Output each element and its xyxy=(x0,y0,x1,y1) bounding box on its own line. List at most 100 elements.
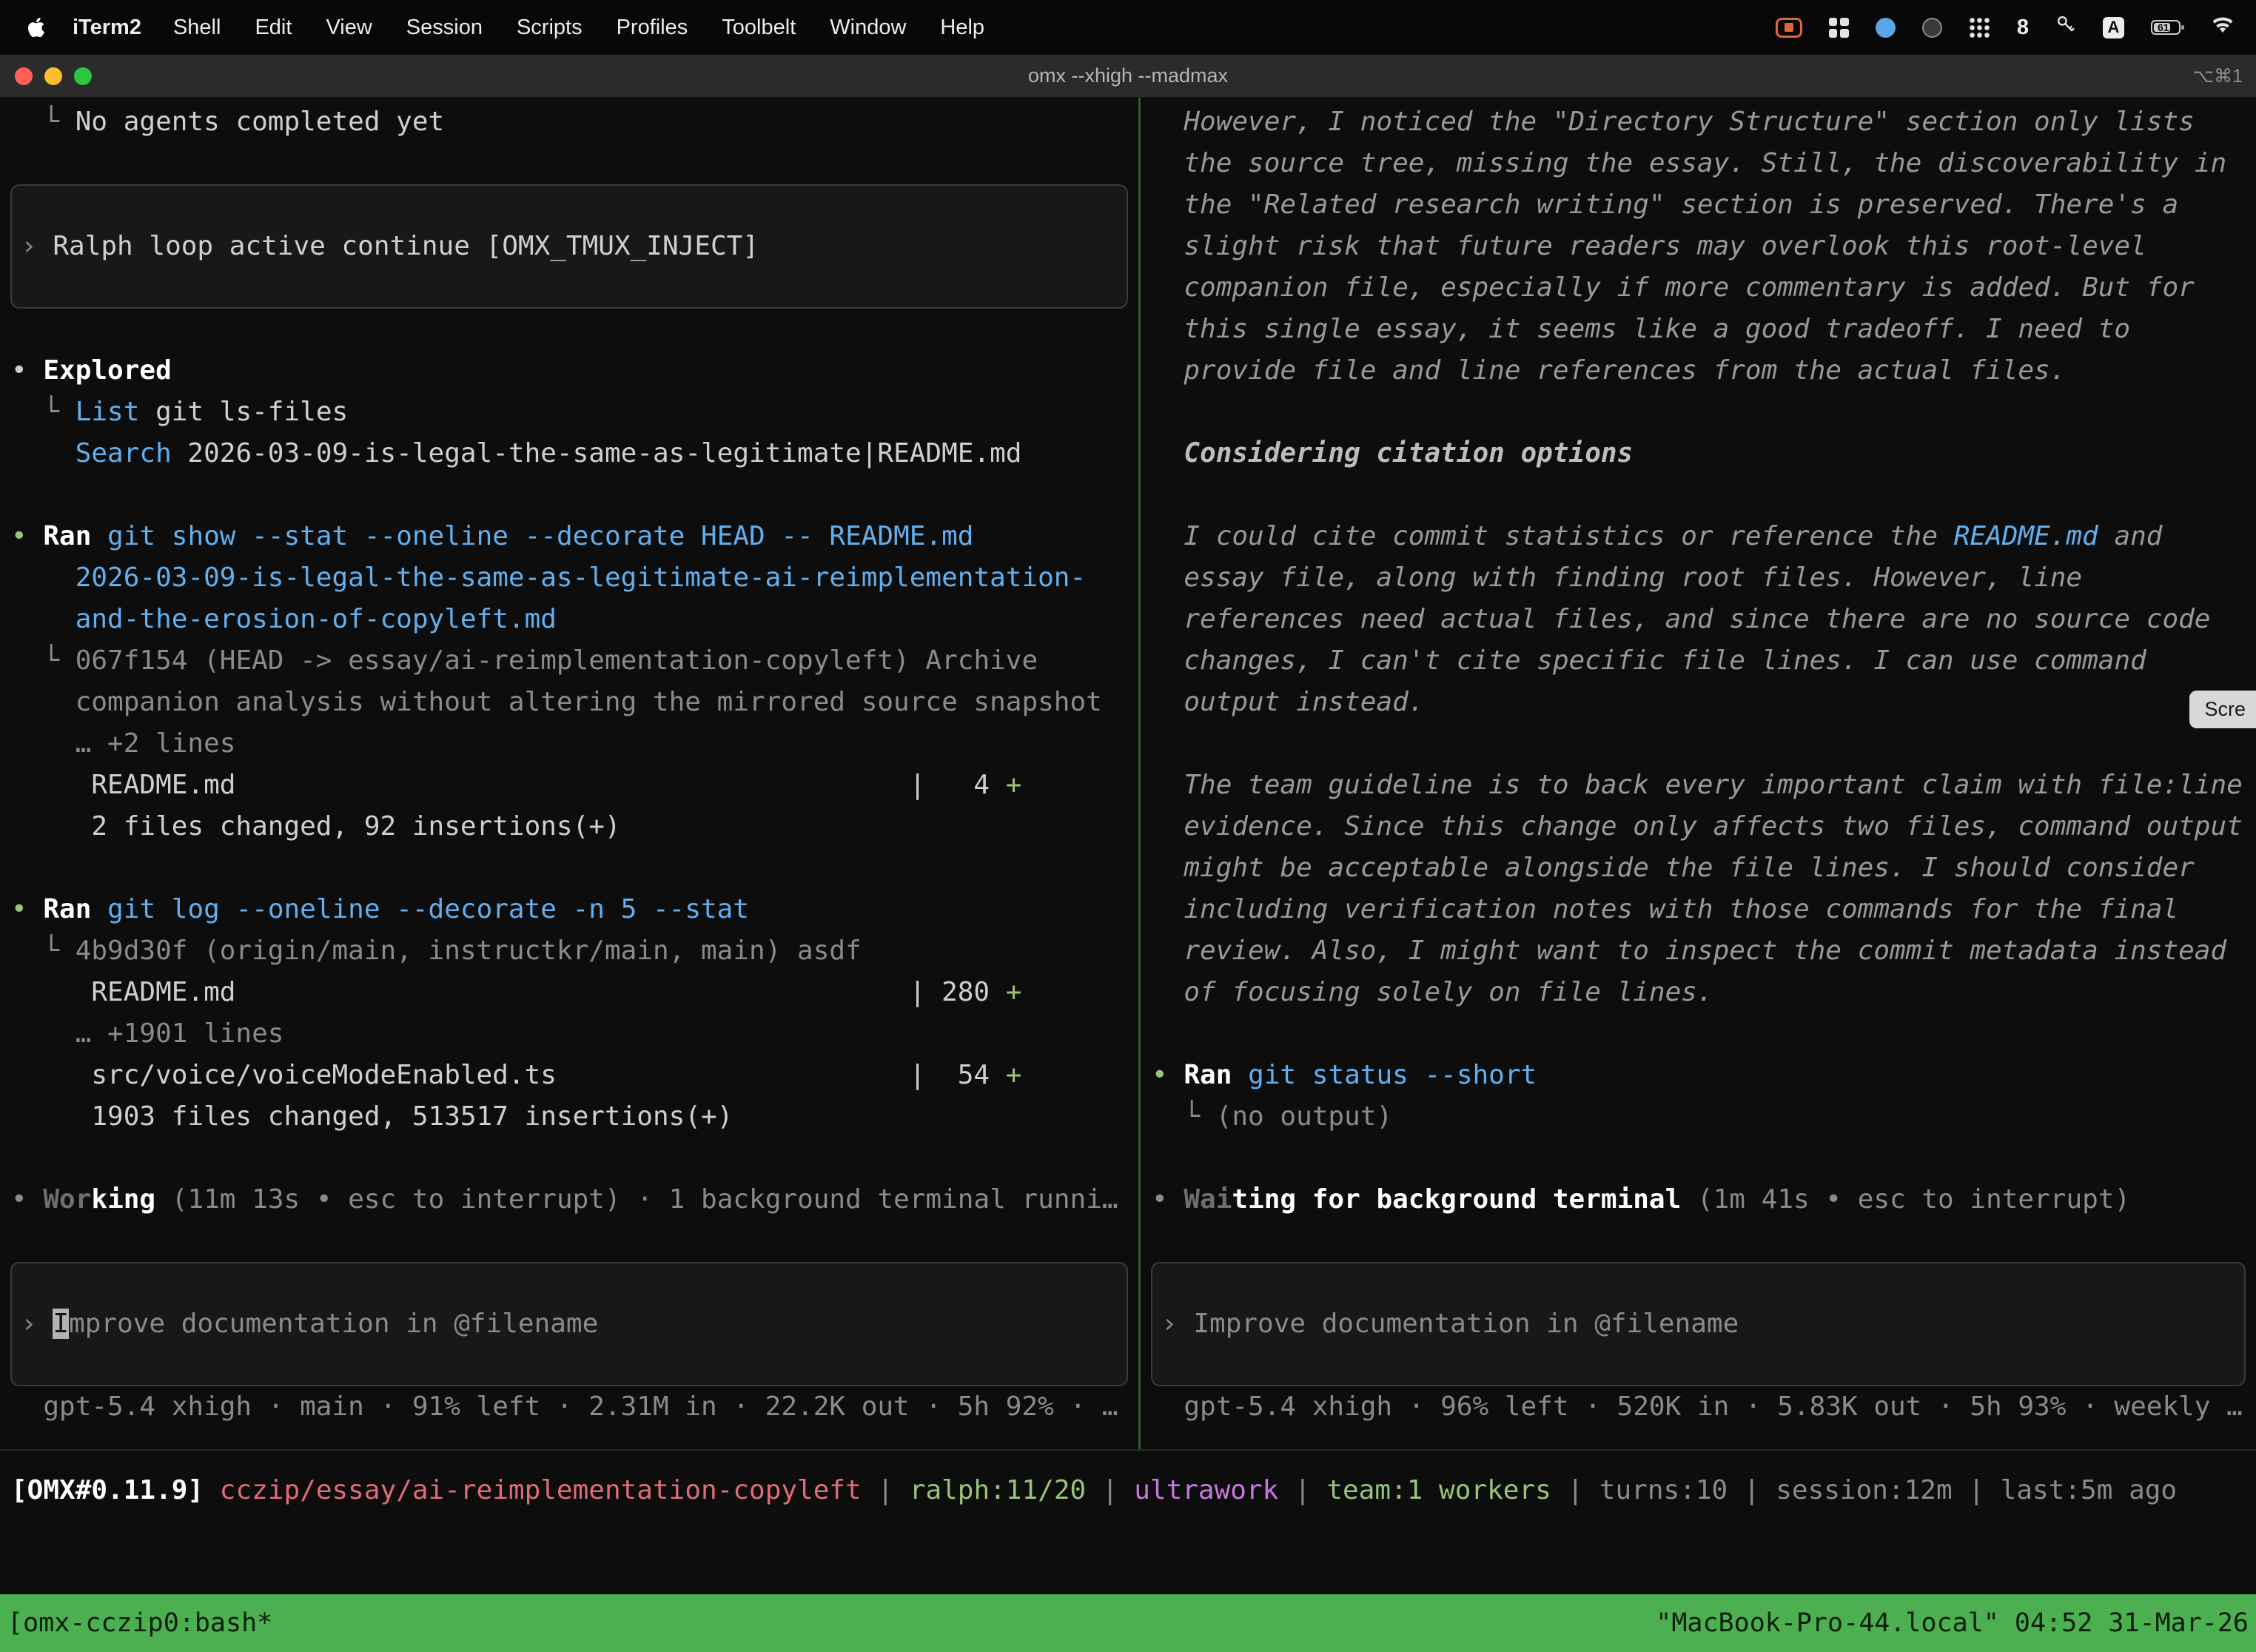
text-segment: └ xyxy=(11,397,75,427)
text-segment xyxy=(11,563,75,593)
text-segment: The team guideline is to back every impo… xyxy=(1152,770,2243,800)
terminal-line: • Explored xyxy=(0,350,1138,392)
text-segment: + xyxy=(1006,1060,1022,1090)
app-icon-blue[interactable] xyxy=(1876,18,1896,38)
left-terminal-pane[interactable]: └ No agents completed yet › Ralph loop ac… xyxy=(0,98,1138,1449)
screen-recording-dot xyxy=(1785,23,1793,32)
terminal-line: └ (no output) xyxy=(1141,1096,2256,1138)
close-window-button[interactable] xyxy=(15,67,33,85)
terminal-line: evidence. Since this change only affects… xyxy=(1141,806,2256,847)
text-segment: team:1 workers xyxy=(1326,1475,1551,1505)
window-shortcut-hint: ⌥⌘1 xyxy=(2192,65,2256,87)
menu-shell[interactable]: Shell xyxy=(156,16,238,40)
text-segment: turns:10 xyxy=(1599,1475,1728,1505)
text-segment: | xyxy=(1278,1475,1326,1505)
right-terminal-pane[interactable]: However, I noticed the "Directory Struct… xyxy=(1141,98,2256,1449)
zoom-window-button[interactable] xyxy=(74,67,92,85)
terminal-line: might be acceptable alongside the file l… xyxy=(1141,847,2256,889)
text-segment: › xyxy=(21,231,53,261)
text-segment: and-the-erosion-of-copyleft.md xyxy=(75,604,557,634)
blank-line xyxy=(1141,392,2256,433)
ralph-loop-banner: › Ralph loop active continue [OMX_TMUX_I… xyxy=(10,184,1128,309)
tmux-session-info: [omx-cczip0:bash* xyxy=(7,1608,272,1638)
text-segment: mprove documentation in @filename xyxy=(69,1309,598,1339)
blank-line xyxy=(0,143,1138,184)
text-segment: git status --short xyxy=(1248,1060,1537,1090)
window-manager-icon[interactable] xyxy=(1829,18,1849,38)
terminal-line: The team guideline is to back every impo… xyxy=(1141,765,2256,806)
app-menu-title[interactable]: iTerm2 xyxy=(58,16,156,40)
battery-icon[interactable]: 61 xyxy=(2151,19,2185,36)
text-segment: references need actual files, and since … xyxy=(1152,604,2210,634)
screen-edge-tooltip[interactable]: Scre xyxy=(2189,691,2256,728)
text-segment: | xyxy=(862,1475,910,1505)
menu-help[interactable]: Help xyxy=(923,16,1001,40)
prompt-input-left[interactable]: › Improve documentation in @filename xyxy=(10,1262,1128,1386)
macos-menu-bar: iTerm2 Shell Edit View Session Scripts P… xyxy=(0,0,2256,55)
minimize-window-button[interactable] xyxy=(44,67,62,85)
text-segment: 1903 files changed, 513517 insertions(+) xyxy=(11,1101,733,1132)
text-segment: I could cite commit statistics or refere… xyxy=(1152,521,1954,551)
window-title-bar[interactable]: omx --xhigh --madmax ⌥⌘1 xyxy=(0,55,2256,98)
text-segment: 2026-03-09-is-legal-the-same-as-legitima… xyxy=(75,563,1086,593)
menu-edit[interactable]: Edit xyxy=(238,16,309,40)
text-segment: However, I noticed the "Directory Struct… xyxy=(1152,107,2195,137)
wifi-icon[interactable] xyxy=(2212,16,2234,40)
input-source-icon[interactable]: A xyxy=(2103,17,2124,38)
text-segment: git log --oneline --decorate -n 5 --stat xyxy=(107,894,749,924)
apple-menu-icon[interactable] xyxy=(22,16,58,38)
launchpad-dots-icon[interactable] xyxy=(1969,17,1990,38)
terminal-area: └ No agents completed yet › Ralph loop ac… xyxy=(0,98,2256,1449)
terminal-line: • Ran git status --short xyxy=(1141,1055,2256,1096)
text-segment: 2026-03-09-is-legal-the-same-as-legitima… xyxy=(172,438,1022,469)
text-segment: Wai xyxy=(1184,1184,1232,1215)
text-segment: ting for background terminal xyxy=(1232,1184,1681,1215)
text-segment xyxy=(204,1475,220,1505)
traffic-lights xyxy=(0,67,92,85)
terminal-line: including verification notes with those … xyxy=(1141,889,2256,930)
battery-percent: 61 xyxy=(2158,21,2169,33)
prompt-input-right[interactable]: › Improve documentation in @filename xyxy=(1151,1262,2246,1386)
text-segment: Improve documentation in @filename xyxy=(1193,1309,1739,1339)
model-status-line: gpt-5.4 xhigh · main · 91% left · 2.31M … xyxy=(0,1386,1138,1428)
tmux-host-time: "MacBook-Pro-44.local" 04:52 31-Mar-26 xyxy=(1656,1608,2249,1638)
text-segment: Ran xyxy=(43,521,91,551)
menu-view[interactable]: View xyxy=(309,16,389,40)
terminal-line: • Ran git log --oneline --decorate -n 5 … xyxy=(0,889,1138,930)
working-status-line: • Working (11m 13s • esc to interrupt) ·… xyxy=(0,1179,1138,1220)
text-segment: session:12m xyxy=(1776,1475,1952,1505)
app-icon-dark[interactable] xyxy=(1922,18,1942,38)
terminal-line: provide file and line references from th… xyxy=(1141,350,2256,392)
text-segment: └ xyxy=(1152,1101,1216,1132)
key-icon[interactable] xyxy=(2055,14,2076,41)
text-segment: 4b9d30f (origin/main, instructkr/main, m… xyxy=(75,936,862,966)
menu-bar-status-icons: 8 A 61 xyxy=(1776,14,2234,41)
reasoning-heading: Considering citation options xyxy=(1141,433,2256,474)
text-segment: • xyxy=(11,1184,43,1215)
menu-profiles[interactable]: Profiles xyxy=(600,16,705,40)
text-segment: git show --stat --oneline --decorate HEA… xyxy=(107,521,973,551)
text-segment: README.md | 4 xyxy=(11,770,1006,800)
text-segment: | xyxy=(1551,1475,1599,1505)
screen-recording-indicator-icon[interactable] xyxy=(1776,18,1802,38)
menu-toolbelt[interactable]: Toolbelt xyxy=(705,16,813,40)
text-segment: companion analysis without altering the … xyxy=(11,687,1102,717)
text-segment: (11m 13s • esc to interrupt) xyxy=(172,1184,621,1215)
text-segment: gpt-5.4 xhigh · main · 91% left · 2.31M … xyxy=(11,1391,1118,1422)
terminal-line: └ No agents completed yet xyxy=(0,101,1138,143)
text-segment: ralph:11/20 xyxy=(910,1475,1086,1505)
text-segment: … +2 lines xyxy=(11,728,235,759)
text-segment: of focusing solely on file lines. xyxy=(1152,977,1713,1007)
onepassword-icon[interactable]: 8 xyxy=(2017,16,2029,40)
terminal-line: 1903 files changed, 513517 insertions(+) xyxy=(0,1096,1138,1138)
blank-line xyxy=(1141,1220,2256,1262)
text-segment: gpt-5.4 xhigh · 96% left · 520K in · 5.8… xyxy=(1152,1391,2243,1422)
menu-scripts[interactable]: Scripts xyxy=(500,16,600,40)
menu-window[interactable]: Window xyxy=(813,16,923,40)
text-segment: Search xyxy=(75,438,172,469)
blank-line xyxy=(0,1220,1138,1262)
text-segment: 067f154 (HEAD -> essay/ai-reimplementati… xyxy=(75,645,1038,676)
menu-session[interactable]: Session xyxy=(389,16,500,40)
terminal-line: 2026-03-09-is-legal-the-same-as-legitima… xyxy=(0,557,1138,599)
box-text: › Ralph loop active continue [OMX_TMUX_I… xyxy=(21,226,759,267)
